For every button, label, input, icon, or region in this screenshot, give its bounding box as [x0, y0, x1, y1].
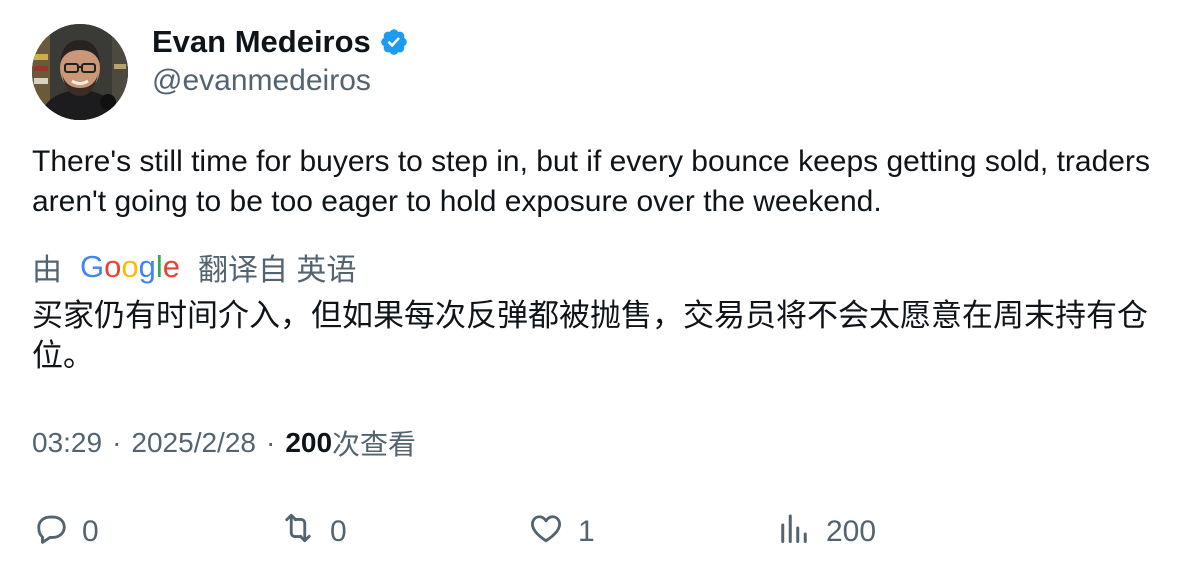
name-row: Evan Medeiros [152, 22, 409, 62]
like-count: 1 [578, 515, 595, 548]
views-count: 200 [285, 427, 333, 458]
verified-badge-icon[interactable] [379, 27, 409, 57]
tweet: Evan Medeiros @evanmedeiros There's stil… [0, 0, 1196, 578]
display-name[interactable]: Evan Medeiros [152, 22, 371, 62]
avatar[interactable] [32, 24, 128, 120]
tweet-time[interactable]: 03:29 [32, 427, 102, 459]
meta-separator: · [265, 427, 276, 458]
google-logo-icon: Google [80, 247, 180, 287]
like-button[interactable]: 1 [528, 510, 595, 554]
avatar-image [32, 24, 128, 120]
tweet-meta: 03:29 · 2025/2/28 · 200 次查看 [32, 423, 416, 463]
reply-icon [32, 510, 68, 554]
views-label: 次查看 [332, 429, 417, 460]
translated-text: 买家仍有时间介入，但如果每次反弹都被抛售，交易员将不会太愿意在周末持有仓位。 [32, 298, 1148, 373]
tweet-text: There's still time for buyers to step in… [32, 145, 1150, 218]
views-count-action: 200 [826, 515, 877, 548]
svg-text:Google: Google [80, 249, 180, 284]
reply-count: 0 [82, 515, 99, 548]
action-bar: 0 0 1 200 [0, 510, 1196, 554]
author-block: Evan Medeiros @evanmedeiros [152, 22, 409, 100]
reply-button[interactable]: 0 [32, 510, 99, 554]
translation-attribution: 由 Google 翻译自 英语 [32, 247, 356, 287]
analytics-icon [776, 510, 812, 554]
meta-separator: · [112, 427, 122, 458]
heart-icon [528, 510, 564, 554]
tweet-date[interactable]: 2025/2/28 [131, 427, 256, 459]
views-button[interactable]: 200 [776, 510, 876, 554]
retweet-button[interactable]: 0 [280, 510, 347, 554]
retweet-count: 0 [330, 515, 347, 548]
translation-prefix: 由 [32, 254, 62, 287]
user-handle[interactable]: @evanmedeiros [152, 62, 409, 100]
retweet-icon [280, 510, 316, 554]
translation-suffix: 翻译自 英语 [198, 254, 357, 287]
